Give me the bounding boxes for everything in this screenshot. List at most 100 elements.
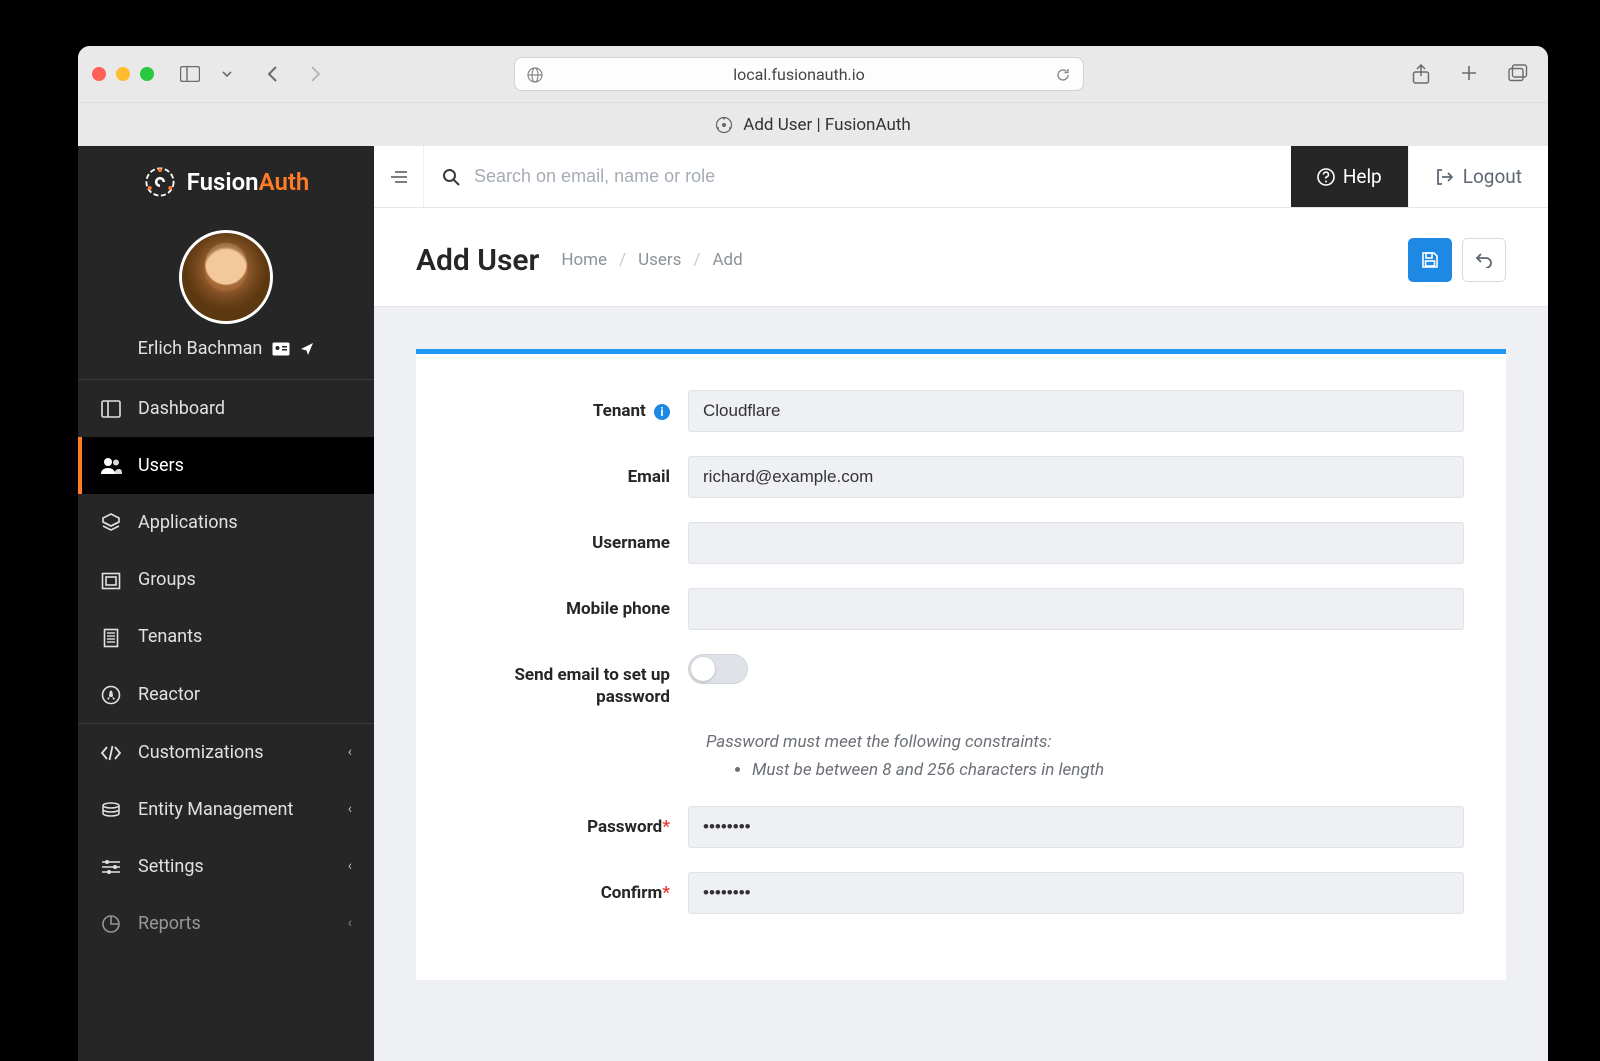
- browser-window: local.fusionauth.io Add User | FusionAut…: [78, 46, 1548, 1061]
- search-icon: [442, 166, 460, 187]
- chevron-left-icon: ‹: [348, 915, 352, 931]
- chevron-left-icon: ‹: [348, 801, 352, 817]
- logout-icon: [1435, 168, 1453, 186]
- dashboard-icon: [100, 398, 122, 419]
- password-constraints: Password must meet the following constra…: [706, 732, 1464, 780]
- sidebar-item-users[interactable]: Users: [78, 437, 374, 494]
- breadcrumb: Home / Users / Add: [561, 250, 742, 270]
- users-icon: [100, 455, 122, 476]
- chevron-left-icon: ‹: [348, 858, 352, 874]
- sidebar-collapse-button[interactable]: [374, 146, 424, 207]
- confirm-label: Confirm*: [458, 872, 688, 904]
- reload-icon[interactable]: [1055, 65, 1071, 84]
- logout-button[interactable]: Logout: [1408, 146, 1548, 207]
- info-icon[interactable]: i: [654, 404, 670, 420]
- form-card: Tenant i Email Username Mobile phone Sen…: [416, 349, 1506, 980]
- save-button[interactable]: [1408, 238, 1452, 282]
- sidebar-item-label: Groups: [138, 569, 196, 590]
- username-field[interactable]: [688, 522, 1464, 564]
- tab-bar: Add User | FusionAuth: [78, 102, 1548, 146]
- location-icon[interactable]: [300, 341, 314, 357]
- password-field[interactable]: [688, 806, 1464, 848]
- sidebar-item-label: Users: [138, 455, 184, 476]
- reactor-icon: [100, 684, 122, 705]
- brand-logo: FusionAuth: [78, 146, 374, 218]
- settings-icon: [100, 856, 122, 877]
- breadcrumb-item[interactable]: Users: [638, 250, 681, 270]
- email-label: Email: [458, 456, 688, 488]
- sidebar-item-label: Tenants: [138, 626, 202, 647]
- sidebar: FusionAuth Erlich Bachman Dashboa: [78, 146, 374, 1061]
- send-email-toggle[interactable]: [688, 654, 748, 684]
- logo-text-b: Auth: [259, 168, 310, 196]
- tenant-field: [688, 390, 1464, 432]
- help-label: Help: [1343, 165, 1382, 188]
- mobile-label: Mobile phone: [458, 588, 688, 620]
- send-email-label: Send email to set up password: [458, 654, 688, 708]
- constraint-title: Password must meet the following constra…: [706, 732, 1464, 752]
- browser-toolbar: local.fusionauth.io: [78, 46, 1548, 102]
- sidebar-item-label: Entity Management: [138, 799, 293, 820]
- logo-text-a: Fusion: [187, 168, 259, 196]
- address-text: local.fusionauth.io: [733, 65, 865, 84]
- help-icon: [1317, 168, 1335, 186]
- sidebar-item-label: Customizations: [138, 742, 264, 763]
- tenant-label: Tenant i: [458, 390, 688, 422]
- mobile-field[interactable]: [688, 588, 1464, 630]
- minimize-window-button[interactable]: [116, 67, 130, 81]
- sidebar-toggle-icon[interactable]: [174, 62, 206, 86]
- avatar[interactable]: [179, 230, 273, 324]
- confirm-field[interactable]: [688, 872, 1464, 914]
- logout-label: Logout: [1463, 165, 1522, 188]
- cancel-button[interactable]: [1462, 238, 1506, 282]
- sidebar-item-reactor[interactable]: Reactor: [78, 666, 374, 723]
- page-header: Add User Home / Users / Add: [374, 208, 1548, 307]
- help-button[interactable]: Help: [1291, 146, 1408, 207]
- sidebar-item-applications[interactable]: Applications: [78, 494, 374, 551]
- customizations-icon: [100, 742, 122, 763]
- sidebar-item-settings[interactable]: Settings ‹: [78, 838, 374, 895]
- share-icon[interactable]: [1406, 60, 1436, 88]
- page-title: Add User: [416, 243, 539, 278]
- logo-icon: [143, 165, 177, 199]
- sidebar-item-dashboard[interactable]: Dashboard: [78, 380, 374, 437]
- new-tab-icon[interactable]: [1454, 60, 1484, 88]
- sidebar-item-groups[interactable]: Groups: [78, 551, 374, 608]
- profile-block: Erlich Bachman: [78, 218, 374, 379]
- breadcrumb-item: Add: [712, 250, 742, 270]
- password-label: Password*: [458, 806, 688, 838]
- tab-favicon: [715, 115, 733, 135]
- profile-name: Erlich Bachman: [138, 338, 263, 359]
- sidebar-item-tenants[interactable]: Tenants: [78, 608, 374, 665]
- dropdown-icon[interactable]: [216, 65, 238, 83]
- main-content: Help Logout Add User Home / Users / Add: [374, 146, 1548, 1061]
- undo-icon: [1475, 252, 1493, 268]
- email-field[interactable]: [688, 456, 1464, 498]
- groups-icon: [100, 569, 122, 590]
- sidebar-item-entity-management[interactable]: Entity Management ‹: [78, 781, 374, 838]
- topbar: Help Logout: [374, 146, 1548, 208]
- sidebar-nav: Dashboard Users Applications Groups Tena…: [78, 379, 374, 952]
- sidebar-item-label: Reactor: [138, 684, 200, 705]
- id-card-icon[interactable]: [272, 341, 290, 357]
- sidebar-item-reports[interactable]: Reports ‹: [78, 895, 374, 952]
- sidebar-item-label: Dashboard: [138, 398, 225, 419]
- tabs-overview-icon[interactable]: [1502, 60, 1534, 88]
- username-label: Username: [458, 522, 688, 554]
- window-controls: [92, 67, 154, 81]
- globe-icon: [527, 65, 543, 84]
- maximize-window-button[interactable]: [140, 67, 154, 81]
- sidebar-item-customizations[interactable]: Customizations ‹: [78, 723, 374, 781]
- constraint-item: Must be between 8 and 256 characters in …: [752, 760, 1464, 780]
- search-input[interactable]: [474, 166, 1273, 187]
- forward-button[interactable]: [302, 61, 328, 87]
- close-window-button[interactable]: [92, 67, 106, 81]
- tenants-icon: [100, 626, 122, 647]
- back-button[interactable]: [260, 61, 286, 87]
- reports-icon: [100, 913, 122, 934]
- save-icon: [1421, 251, 1439, 269]
- address-bar[interactable]: local.fusionauth.io: [514, 57, 1084, 91]
- sidebar-item-label: Reports: [138, 913, 201, 934]
- breadcrumb-item[interactable]: Home: [561, 250, 607, 270]
- sidebar-item-label: Applications: [138, 512, 238, 533]
